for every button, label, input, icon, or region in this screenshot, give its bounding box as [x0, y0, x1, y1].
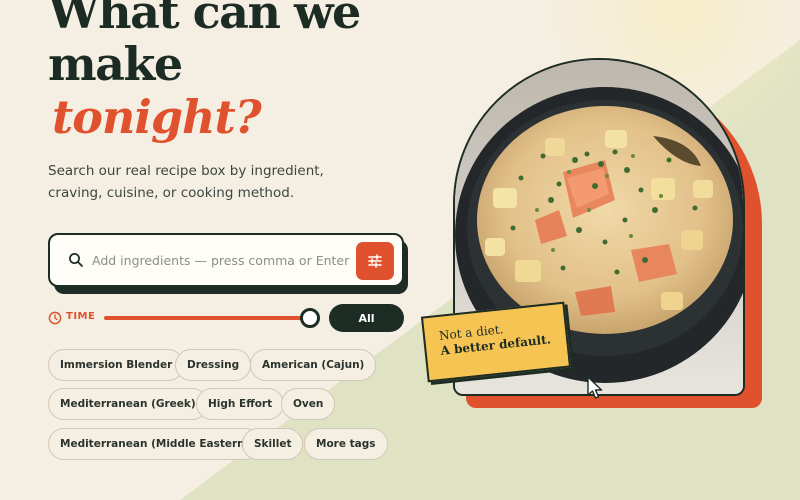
sliders-icon — [368, 254, 382, 268]
time-slider-fill — [104, 316, 310, 320]
tag-chip[interactable]: Dressing — [175, 349, 252, 381]
time-slider-thumb[interactable] — [300, 308, 320, 328]
time-filter: TIME All — [48, 304, 408, 332]
more-tags-button[interactable]: More tags — [304, 428, 388, 460]
time-all-button[interactable]: All — [329, 304, 404, 332]
tag-chip[interactable]: Oven — [281, 388, 336, 420]
search-bar[interactable] — [48, 233, 404, 287]
tag-chip[interactable]: Mediterranean (Greek) — [48, 388, 208, 420]
clock-icon — [48, 311, 62, 325]
hero-title-accent: tonight? — [52, 90, 262, 144]
hero-title-line-2: make — [48, 37, 183, 91]
tag-chip[interactable]: Skillet — [242, 428, 304, 460]
tag-chip[interactable]: American (Cajun) — [250, 349, 377, 381]
ingredient-search-input[interactable] — [92, 243, 352, 277]
tag-chip[interactable]: High Effort — [196, 388, 285, 420]
time-label: TIME — [66, 311, 96, 322]
hero-title-line-1: What can we — [48, 0, 361, 39]
filter-button[interactable] — [356, 242, 394, 280]
hero-title: What can we make tonight? — [48, 0, 468, 144]
tag-chip[interactable]: Mediterranean (Middle Eastern) — [48, 428, 262, 460]
time-slider-track[interactable] — [104, 316, 310, 320]
hero-subtitle: Search our real recipe box by ingredient… — [48, 163, 324, 201]
search-icon — [69, 253, 83, 267]
mouse-pointer-icon — [587, 376, 603, 399]
tag-chip[interactable]: Immersion Blender — [48, 349, 185, 381]
